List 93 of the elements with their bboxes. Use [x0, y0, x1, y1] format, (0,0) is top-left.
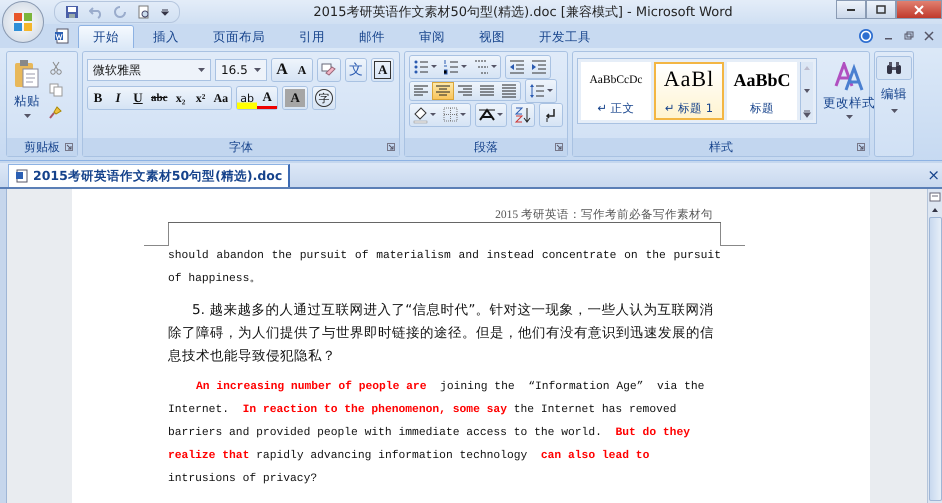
change-styles-icon — [834, 62, 864, 92]
restore-icon[interactable] — [904, 31, 914, 41]
font-color-button[interactable]: A — [257, 87, 278, 109]
font-name-field[interactable]: 微软雅黑 — [87, 59, 211, 81]
caret-icon — [198, 68, 205, 72]
paint-bucket-icon[interactable] — [412, 106, 438, 124]
copy-icon[interactable] — [49, 83, 63, 97]
ribbon-tab[interactable]: 开发工具 — [524, 25, 606, 48]
binoculars-icon — [876, 56, 912, 80]
ribbon-tab[interactable]: 审阅 — [404, 25, 460, 48]
save-icon[interactable] — [65, 5, 79, 19]
minimize-button[interactable] — [836, 0, 866, 19]
style-tile[interactable]: AaBl ↵ 标题 1 — [654, 62, 724, 120]
maximize-icon — [876, 4, 886, 14]
dialog-launcher-icon[interactable] — [65, 143, 73, 151]
format-painter-icon[interactable] — [49, 105, 63, 119]
scissors-icon[interactable] — [49, 61, 63, 75]
borders-icon[interactable] — [442, 106, 468, 124]
caret-icon — [846, 115, 852, 119]
ruler-toggle-icon[interactable] — [929, 191, 941, 203]
caret-icon — [890, 109, 898, 113]
character-shading-button[interactable]: A — [285, 89, 306, 107]
group-label: 段落 — [474, 138, 498, 156]
grow-font-button[interactable]: A — [272, 59, 292, 81]
style-tile[interactable]: AaBbC 标题 — [727, 62, 797, 120]
print-preview-icon[interactable] — [137, 5, 151, 19]
caret-icon — [254, 68, 261, 72]
maximize-button[interactable] — [866, 0, 896, 19]
ribbon-tab[interactable]: 插入 — [138, 25, 194, 48]
font-style-button[interactable]: I — [108, 87, 128, 109]
close-document-button[interactable]: × — [927, 166, 940, 184]
document-tab[interactable]: 2015考研英语作文素材50句型(精选).doc — [8, 164, 290, 187]
align-lines-icon — [479, 84, 495, 98]
help-icon[interactable] — [858, 28, 874, 44]
clipboard-icon — [13, 59, 41, 89]
office-logo-icon — [13, 12, 33, 32]
group-label: 字体 — [229, 138, 253, 156]
font-style-button[interactable]: x² — [190, 87, 210, 109]
close-button[interactable] — [896, 0, 942, 19]
decrease-indent-icon[interactable] — [508, 58, 526, 76]
group-label: 剪贴板 — [24, 138, 60, 156]
font-style-button[interactable]: B — [88, 87, 108, 109]
font-style-button[interactable]: x₂ — [170, 87, 190, 109]
change-styles-button[interactable]: 更改样式 — [823, 58, 875, 132]
document-icon — [54, 28, 70, 44]
font-style-button[interactable]: U — [128, 87, 148, 109]
body-paragraph: should abandon the pursuit of materialism and instead concentrate on the pursuit of happiness。 — [168, 248, 721, 287]
shrink-font-button[interactable]: A — [292, 59, 312, 81]
editing-button[interactable]: 编辑 — [874, 51, 914, 157]
align-lines-icon — [413, 84, 429, 98]
paste-button[interactable]: 粘贴 — [11, 57, 43, 133]
minimize-icon — [847, 8, 855, 10]
dialog-launcher-icon[interactable] — [857, 143, 865, 151]
more-styles-icon[interactable] — [801, 108, 813, 120]
dialog-launcher-icon[interactable] — [555, 143, 563, 151]
eraser-icon — [321, 63, 337, 77]
body-paragraph: 5. 越来越多的人通过互联网进入了“信息时代”。针对这一现象，一些人认为互联网消除了障碍，为人们提供了与世界即时链接的途径。但是，他们有没有意识到迅速发展的信息技术也能导致侵犯隐私？ — [168, 301, 715, 366]
window-title: 2015考研英语作文素材50句型(精选).doc [兼容模式] - Microsoft Word — [312, 4, 734, 21]
line-spacing-icon[interactable] — [528, 82, 554, 100]
align-lines-icon — [457, 84, 473, 98]
crop-mark — [720, 223, 745, 246]
ribbon-tab[interactable]: 视图 — [464, 25, 520, 48]
ribbon-tab[interactable]: 邮件 — [344, 25, 400, 48]
page-header: 2015 考研英语：写作考前必备写作素材句 — [495, 208, 714, 222]
ribbon-tab[interactable]: 开始 — [78, 25, 134, 48]
group-label: 样式 — [709, 138, 733, 156]
body-paragraph: An increasing number of people are joining the “Information Age” via the Internet. In reaction to the phenomenon, some say the Internet has removed barriers and provided people with immediate access to the world. But do they realize that rapidly advancing information technology can also lead to intrusions of privacy? — [168, 380, 706, 487]
caret-icon — [24, 114, 30, 118]
font-style-button[interactable]: Aa — [210, 87, 232, 109]
style-tile[interactable]: AaBbCcDc ↵ 正文 — [581, 62, 651, 120]
align-lines-icon — [435, 84, 451, 98]
font-size-field[interactable]: 16.5 — [215, 59, 267, 81]
ribbon-tab[interactable]: 页面布局 — [198, 25, 280, 48]
document-icon — [15, 169, 29, 183]
increase-indent-icon[interactable] — [530, 58, 548, 76]
crop-mark — [144, 223, 169, 246]
multilevel-list-icon[interactable] — [472, 58, 498, 76]
enclose-characters-button[interactable]: 字 — [315, 89, 334, 107]
customize-caret-icon[interactable] — [161, 8, 169, 16]
phonetic-guide-button[interactable]: 文 — [346, 59, 366, 81]
vertical-scrollbar[interactable] — [927, 189, 942, 503]
align-button[interactable] — [432, 82, 454, 100]
office-button[interactable] — [2, 1, 44, 43]
numbered-list-icon[interactable] — [442, 58, 468, 76]
dialog-launcher-icon[interactable] — [387, 143, 395, 151]
close-icon — [914, 4, 924, 14]
close-icon[interactable] — [924, 31, 934, 41]
align-lines-icon — [501, 84, 517, 98]
font-style-button[interactable]: abc — [148, 87, 170, 109]
bullet-list-icon[interactable] — [412, 58, 438, 76]
ribbon-tab[interactable]: 引用 — [284, 25, 340, 48]
character-border-button[interactable]: A — [374, 61, 392, 79]
sort-icon[interactable] — [514, 106, 532, 124]
